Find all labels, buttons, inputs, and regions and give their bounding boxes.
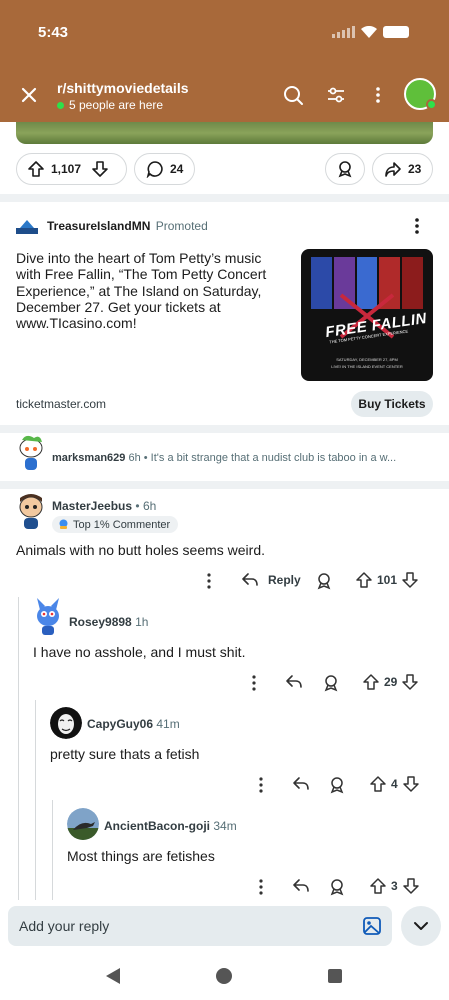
comment-score: 101 [377, 573, 398, 587]
buy-tickets-button[interactable]: Buy Tickets [351, 391, 433, 417]
comment-author[interactable]: AncientBacon-goji 34m [104, 819, 237, 833]
section-divider [0, 425, 449, 433]
award-icon[interactable] [328, 776, 346, 794]
rosey9898-avatar[interactable] [33, 596, 63, 636]
reply-icon [242, 573, 258, 586]
promo-image-footer-date: SATURDAY, DECEMBER 27, 8PM [336, 357, 398, 362]
award-icon[interactable] [322, 674, 340, 692]
reply-button[interactable]: Reply [240, 571, 301, 589]
promo-image-footer-venue: LIVE! IN THE ISLAND EVENT CENTER [331, 364, 403, 369]
downvote-icon[interactable] [91, 160, 109, 178]
comment-score: 3 [391, 879, 398, 893]
ancientbacon-goji-avatar[interactable] [67, 808, 99, 840]
chevron-down-icon [414, 922, 428, 930]
more-vertical-icon[interactable] [200, 572, 218, 590]
wifi-icon [361, 26, 377, 38]
upvote-icon[interactable] [362, 673, 380, 691]
award-icon[interactable] [315, 572, 333, 590]
home-icon[interactable] [216, 968, 232, 984]
upvote-count: 1,107 [51, 162, 82, 176]
comment-body: I have no asshole, and I must shit. [33, 644, 246, 660]
vote-control: 3 [369, 877, 420, 895]
comment-score: 29 [384, 675, 398, 689]
signal-icon [332, 26, 355, 38]
vote-control: 29 [362, 673, 419, 691]
online-indicator-icon [426, 99, 437, 110]
comment-body: Animals with no butt holes seems weird. [16, 542, 265, 558]
upvote-icon[interactable] [355, 571, 373, 589]
advertiser-name[interactable]: TreasureIslandMN Promoted [47, 219, 208, 233]
search-icon[interactable] [282, 84, 304, 106]
post-image[interactable] [16, 122, 433, 144]
comment-icon [146, 161, 163, 178]
battery-icon [383, 26, 409, 38]
comment-author[interactable]: Rosey9898 1h [69, 615, 148, 629]
upvote-icon[interactable] [369, 877, 387, 895]
system-nav-bar [0, 952, 449, 1000]
comments-button[interactable]: 24 [134, 153, 195, 185]
comment-score: 4 [391, 777, 398, 791]
filter-icon[interactable] [325, 84, 347, 106]
recents-icon[interactable] [328, 969, 342, 983]
comment-author[interactable]: CapyGuy06 41m [87, 717, 180, 731]
award-icon[interactable] [328, 878, 346, 896]
user-avatar[interactable] [404, 78, 437, 110]
downvote-icon[interactable] [402, 877, 420, 895]
comment-author[interactable]: MasterJeebus • 6h [52, 499, 156, 513]
section-divider [0, 194, 449, 202]
reply-icon[interactable] [291, 775, 311, 793]
thread-line [18, 597, 19, 900]
comment-body: pretty sure thats a fetish [50, 746, 200, 762]
more-vertical-icon[interactable] [407, 216, 427, 236]
more-vertical-icon[interactable] [245, 674, 263, 692]
reply-input[interactable]: Add your reply [8, 906, 392, 946]
image-attach-icon[interactable] [362, 916, 382, 936]
downvote-icon[interactable] [402, 775, 420, 793]
thread-line [35, 700, 36, 900]
back-icon[interactable] [106, 968, 120, 984]
downvote-icon[interactable] [401, 571, 419, 589]
commenter-badge-icon [59, 519, 68, 529]
more-vertical-icon[interactable] [367, 84, 389, 106]
collapsed-comment[interactable]: marksman629 6h • It's a bit strange that… [52, 452, 432, 464]
reply-icon[interactable] [284, 673, 304, 691]
award-icon [338, 161, 352, 178]
comment-body: Most things are fetishes [67, 848, 215, 864]
subreddit-name[interactable]: r/shittymoviedetails [57, 80, 189, 96]
section-divider [0, 481, 449, 489]
promo-domain[interactable]: ticketmaster.com [16, 397, 106, 411]
thread-line [52, 800, 53, 900]
online-dot-icon [57, 101, 64, 109]
share-button[interactable]: 23 [372, 153, 433, 185]
share-count: 23 [408, 162, 422, 176]
top-commenter-badge: Top 1% Commenter [52, 516, 179, 533]
promo-image[interactable]: FREE FALLIN THE TOM PETTY CONCERT EXPERI… [301, 249, 433, 381]
vote-control: 101 [355, 571, 419, 589]
vote-control: 4 [369, 775, 420, 793]
more-vertical-icon[interactable] [252, 776, 270, 794]
share-icon [385, 162, 401, 177]
downvote-icon[interactable] [401, 673, 419, 691]
upvote-icon[interactable] [369, 775, 387, 793]
status-icons [332, 26, 409, 38]
advertiser-logo [16, 220, 38, 234]
more-vertical-icon[interactable] [252, 878, 270, 896]
close-icon[interactable] [18, 84, 40, 106]
online-count: 5 people are here [57, 98, 163, 112]
snoo-avatar [19, 435, 43, 470]
reply-icon[interactable] [291, 877, 311, 895]
subreddit-header: 5:43 r/shittymoviedetails 5 people are h… [0, 0, 449, 122]
comment-count: 24 [170, 162, 184, 176]
vote-control: 1,107 [16, 153, 127, 185]
upvote-icon[interactable] [27, 160, 45, 178]
status-time: 5:43 [38, 24, 69, 41]
masterjeebus-avatar[interactable] [16, 492, 46, 530]
award-button[interactable] [325, 153, 365, 185]
capyguy06-avatar[interactable] [50, 707, 82, 739]
promo-text: Dive into the heart of Tom Petty’s music… [16, 250, 267, 332]
collapse-button[interactable] [401, 906, 441, 946]
